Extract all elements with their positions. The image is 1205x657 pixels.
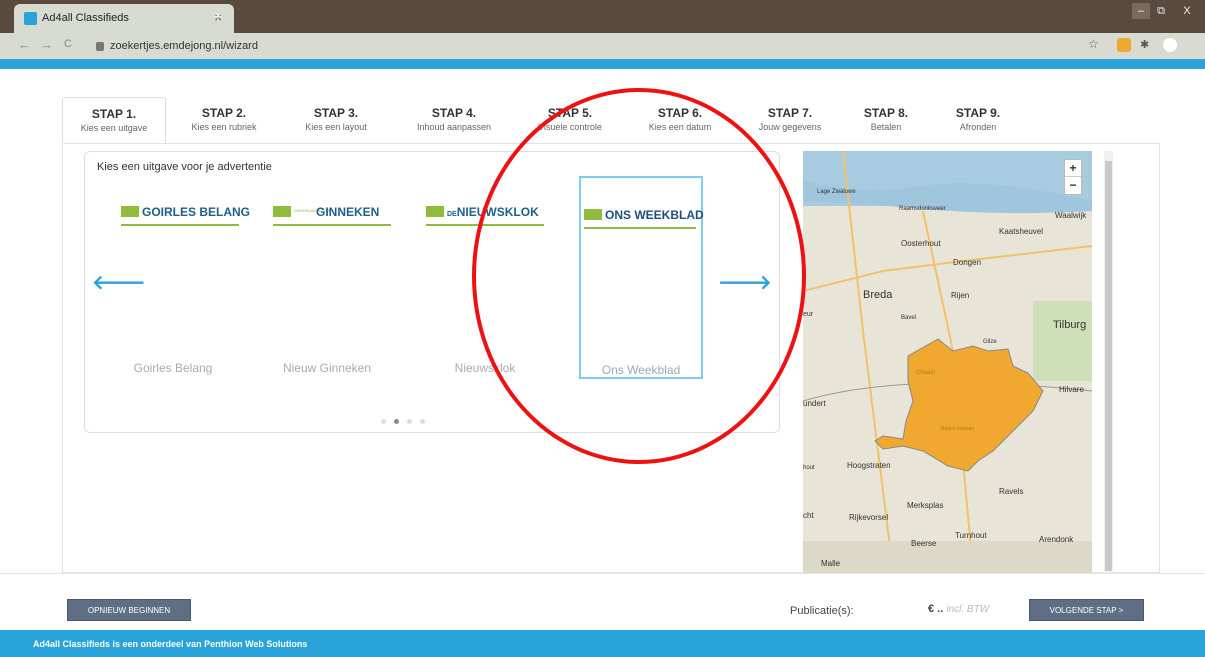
map-label: Oosterhout bbox=[901, 239, 941, 248]
map-label: Chaam bbox=[916, 370, 936, 376]
step-label: Inhoud aanpassen bbox=[416, 122, 492, 132]
carousel-dot[interactable] bbox=[420, 419, 425, 424]
map-label: Arendonk bbox=[1039, 535, 1074, 544]
favicon-icon bbox=[24, 12, 37, 25]
price-label: € .. incl. BTW bbox=[928, 603, 989, 615]
back-button[interactable]: ← bbox=[18, 37, 31, 52]
puzzle-icon[interactable]: ✱ bbox=[1140, 38, 1154, 52]
map-label: Hoogstraten bbox=[847, 461, 891, 470]
publication-name[interactable]: Nieuw Ginneken bbox=[262, 361, 392, 375]
step-label: Jouw gegevens bbox=[758, 122, 822, 132]
map-label: Dongen bbox=[953, 258, 982, 267]
scrollbar[interactable] bbox=[1104, 151, 1113, 573]
step-number: STAP 3. bbox=[313, 106, 359, 120]
carousel-dot[interactable] bbox=[394, 419, 399, 424]
map-label: Hilvare bbox=[1059, 385, 1084, 394]
minimize-button[interactable]: – bbox=[1132, 3, 1150, 19]
price-value: € .. bbox=[928, 603, 944, 615]
map-label: Ravels bbox=[999, 487, 1024, 496]
map-label: Turnhout bbox=[955, 531, 987, 540]
step-number: STAP 7. bbox=[767, 106, 813, 120]
carousel-title: Kies een uitgave voor je advertentie bbox=[97, 161, 272, 173]
forward-button[interactable]: → bbox=[40, 37, 53, 52]
vat-label: incl. BTW bbox=[946, 604, 990, 615]
map-zoom-control: + − bbox=[1064, 159, 1082, 195]
map-label: eur bbox=[803, 311, 814, 318]
zoom-out-button[interactable]: − bbox=[1065, 177, 1081, 194]
new-tab-button[interactable]: + bbox=[208, 7, 228, 27]
tab-step-9[interactable]: STAP 9. Afronden bbox=[926, 97, 1030, 143]
url-text: zoekertjes.emdejong.nl/wizard bbox=[110, 40, 258, 52]
credit-bar: Ad4all Classifieds is een onderdeel van … bbox=[0, 630, 1205, 657]
map-label: Lage Zwaluwe bbox=[817, 189, 856, 195]
logo-text: GINNEKEN bbox=[316, 205, 380, 219]
url-field[interactable]: zoekertjes.emdejong.nl/wizard bbox=[90, 37, 1090, 55]
star-icon[interactable]: ☆ bbox=[1088, 37, 1102, 51]
map-label: Baarle-Nassau bbox=[941, 426, 975, 432]
map-label: Breda bbox=[863, 289, 893, 301]
step-label: Kies een rubriek bbox=[191, 122, 257, 132]
goirles-belang-logo[interactable]: GOIRLES BELANG bbox=[121, 205, 251, 226]
step-label: Kies een layout bbox=[305, 122, 367, 132]
step-number: STAP 1. bbox=[91, 107, 137, 121]
step-number: STAP 2. bbox=[201, 106, 247, 120]
carousel-dot[interactable] bbox=[407, 419, 412, 424]
close-window-button[interactable]: X bbox=[1176, 3, 1198, 19]
step-number: STAP 4. bbox=[431, 106, 477, 120]
next-step-button[interactable]: VOLGENDE STAP > bbox=[1029, 599, 1144, 621]
tab-step-7[interactable]: STAP 7. Jouw gegevens bbox=[738, 97, 842, 143]
map-label: Kaatsheuvel bbox=[999, 227, 1044, 236]
browser-tab[interactable]: Ad4all Classifieds × bbox=[14, 4, 234, 33]
extension-icon[interactable] bbox=[1117, 38, 1131, 52]
address-bar: ← → C zoekertjes.emdejong.nl/wizard bbox=[0, 33, 1205, 59]
step-label: Betalen bbox=[870, 122, 902, 132]
carousel-dot[interactable] bbox=[381, 419, 386, 424]
map-label: Merksplas bbox=[907, 501, 944, 510]
map-label: Waalwijk bbox=[1055, 211, 1087, 220]
logo-prefix: DE bbox=[447, 211, 457, 218]
nieuw-ginneken-logo[interactable]: WEEKBLAD NIEUWGINNEKEN bbox=[273, 205, 391, 226]
tab-step-2[interactable]: STAP 2. Kies een rubriek bbox=[172, 97, 276, 143]
annotation-circle bbox=[472, 88, 806, 464]
publication-name[interactable]: Goirles Belang bbox=[108, 361, 238, 375]
region-map[interactable]: Lage Zwaluwe Raamsdonksveer Waalwijk Kaa… bbox=[803, 151, 1092, 573]
tab-step-8[interactable]: STAP 8. Betalen bbox=[834, 97, 938, 143]
map-label: hout bbox=[803, 465, 815, 471]
tab-step-4[interactable]: STAP 4. Inhoud aanpassen bbox=[402, 97, 506, 143]
tab-step-1[interactable]: STAP 1. Kies een uitgave bbox=[62, 97, 166, 143]
top-accent-bar bbox=[0, 59, 1205, 69]
zoom-in-button[interactable]: + bbox=[1065, 160, 1081, 177]
publications-label: Publicatie(s): bbox=[790, 605, 854, 617]
map-canvas bbox=[803, 151, 1092, 573]
map-label: Bavel bbox=[901, 315, 917, 321]
step-label: Afronden bbox=[959, 122, 997, 132]
logo-prefix: WEEKBLAD NIEUW bbox=[294, 208, 331, 213]
map-label: Tilburg bbox=[1053, 319, 1087, 331]
map-label: cht bbox=[803, 511, 814, 520]
map-label: undert bbox=[803, 399, 826, 408]
step-number: STAP 9. bbox=[955, 106, 1001, 120]
map-label: Rijkevorsel bbox=[849, 513, 889, 522]
carousel-dots bbox=[381, 411, 433, 429]
tab-step-3[interactable]: STAP 3. Kies een layout bbox=[284, 97, 388, 143]
scrollbar-thumb[interactable] bbox=[1105, 161, 1112, 571]
tab-title: Ad4all Classifieds bbox=[42, 12, 129, 24]
step-label: Kies een uitgave bbox=[80, 123, 148, 133]
step-number: STAP 8. bbox=[863, 106, 909, 120]
profile-icon[interactable] bbox=[1163, 38, 1177, 52]
map-label: Gilze bbox=[983, 339, 997, 345]
restore-button[interactable]: ⧉ bbox=[1152, 3, 1170, 19]
reload-button[interactable]: C bbox=[64, 38, 72, 50]
arrow-left-icon[interactable]: 🡐 bbox=[92, 270, 146, 295]
lock-icon bbox=[96, 41, 104, 51]
browser-titlebar: Ad4all Classifieds × + – ⧉ X bbox=[0, 0, 1205, 33]
restart-button[interactable]: OPNIEUW BEGINNEN bbox=[67, 599, 191, 621]
map-label: Raamsdonksveer bbox=[899, 206, 946, 212]
map-label: Malle bbox=[821, 559, 841, 568]
map-label: Beerse bbox=[911, 539, 937, 548]
logo-text: GOIRLES BELANG bbox=[142, 205, 251, 219]
map-label: Rijen bbox=[951, 291, 970, 300]
